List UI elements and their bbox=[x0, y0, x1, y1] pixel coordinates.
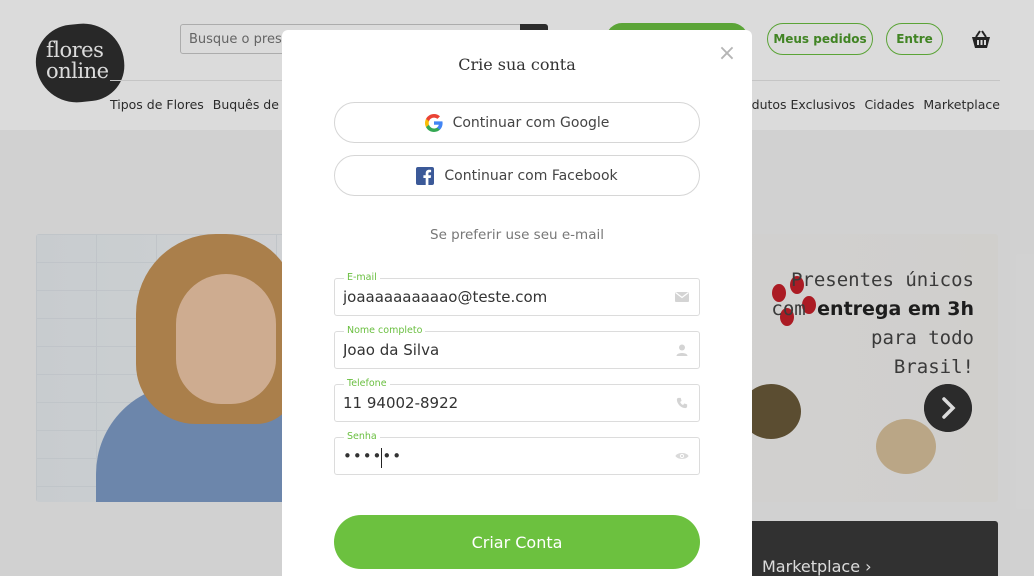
create-account-button[interactable]: Criar Conta bbox=[334, 515, 700, 569]
google-login-label: Continuar com Google bbox=[452, 114, 610, 131]
google-login-button[interactable]: Continuar com Google bbox=[334, 102, 700, 143]
email-divider-text: Se preferir use seu e-mail bbox=[430, 227, 604, 243]
facebook-login-button[interactable]: Continuar com Facebook bbox=[334, 155, 700, 196]
full-name-field: Nome completo bbox=[334, 325, 700, 369]
phone-field: Telefone bbox=[334, 378, 700, 422]
eye-icon[interactable] bbox=[675, 450, 689, 462]
envelope-icon bbox=[675, 292, 689, 302]
full-name-input[interactable] bbox=[343, 332, 663, 368]
password-field: Senha bbox=[334, 431, 700, 475]
signup-modal: × Crie sua conta Continuar com Google Co… bbox=[282, 30, 752, 576]
email-field: E-mail bbox=[334, 272, 700, 316]
phone-icon bbox=[676, 397, 688, 409]
user-icon bbox=[676, 344, 688, 356]
email-input[interactable] bbox=[343, 279, 663, 315]
text-caret bbox=[381, 448, 382, 468]
phone-input[interactable] bbox=[343, 385, 663, 421]
facebook-login-label: Continuar com Facebook bbox=[444, 167, 618, 184]
modal-title: Crie sua conta bbox=[458, 55, 576, 74]
facebook-icon bbox=[416, 166, 435, 185]
google-icon bbox=[424, 113, 443, 132]
password-input[interactable] bbox=[343, 438, 663, 474]
